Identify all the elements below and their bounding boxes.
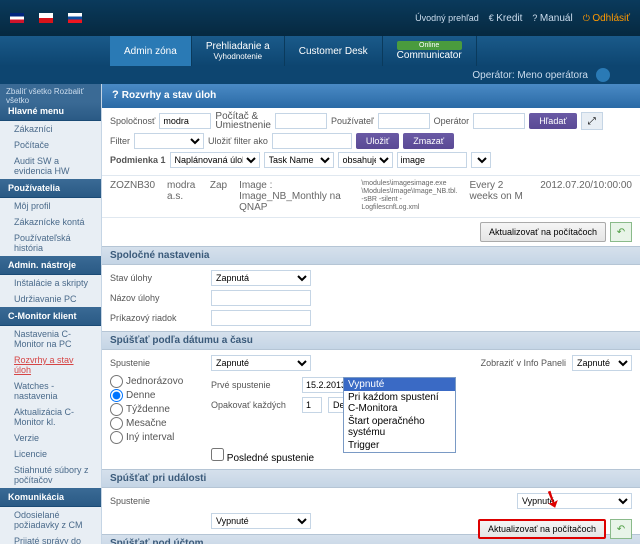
sect-datum: Spúšťať podľa dátumu a času <box>102 331 640 350</box>
r-tyzd[interactable]: Týždenne <box>110 403 205 416</box>
si-inst[interactable]: Inštalácie a skripty <box>0 275 101 291</box>
si-aktc[interactable]: Aktualizácia C-Monitor kl. <box>0 404 101 430</box>
table-row[interactable]: ZOZNB30 modra a.s. Zap Image : Image_NB_… <box>102 175 640 218</box>
sh-cmon[interactable]: C-Monitor klient <box>0 307 101 326</box>
dropdown-open: Vypnuté Pri kaźdom spustení C-Monitora Š… <box>343 377 456 453</box>
r-denne[interactable]: Denne <box>110 389 205 402</box>
link-kredit[interactable]: € Kredit <box>489 13 523 24</box>
si-poc[interactable]: Počítače <box>0 137 101 153</box>
lbl-prve: Prvé spustenie <box>211 380 296 390</box>
lbl-sp3: Spustenie <box>110 496 205 506</box>
sel-pod3[interactable]: obsahuje <box>338 152 393 168</box>
si-udrz[interactable]: Udržiavanie PC <box>0 291 101 307</box>
btn-zmaz[interactable]: Zmazať <box>403 133 454 149</box>
sel-pod1[interactable]: Naplánovaná úloha <box>170 152 260 168</box>
dd-trig[interactable]: Trigger <box>344 439 455 452</box>
inp-opak[interactable] <box>302 397 322 413</box>
si-nast[interactable]: Nastavenia C-Monitor na PC <box>0 326 101 352</box>
inp-op[interactable] <box>473 113 525 129</box>
si-odos[interactable]: Odosielané požiadavky z CM <box>0 507 101 533</box>
breadcrumb[interactable]: Zbaliť všetko Rozbaliť všetko <box>0 84 101 102</box>
si-prij[interactable]: Prijaté správy do CM <box>0 533 101 544</box>
lbl-naz: Názov úlohy <box>110 293 205 303</box>
lbl-zob: Zobraziť v Info Paneli <box>481 358 566 368</box>
lbl-pod: Podmienka 1 <box>110 155 166 165</box>
lbl-ulozf: Uložiť filter ako <box>208 136 268 146</box>
inp-naz[interactable] <box>211 290 311 306</box>
si-hist[interactable]: Používateľská história <box>0 230 101 256</box>
tab-prehl[interactable]: Prehliadanie aVyhodnotenie <box>192 36 285 66</box>
chk-posl[interactable]: Posledné spustenie <box>211 448 314 464</box>
btn-hladat[interactable]: Hľadať <box>529 113 577 129</box>
si-verz[interactable]: Verzie <box>0 430 101 446</box>
r-mes[interactable]: Mesačne <box>110 417 205 430</box>
sect-udal: Spúšťať pri události <box>102 469 640 488</box>
sel-pod2[interactable]: Task Name <box>264 152 334 168</box>
sh-admin[interactable]: Admin. nástroje <box>0 256 101 275</box>
inp-pc[interactable] <box>275 113 327 129</box>
si-audit[interactable]: Audit SW a evidencia HW <box>0 153 101 179</box>
sh-pouz[interactable]: Používatelia <box>0 179 101 198</box>
lbl-pc: Počítač &Umiestnenie <box>215 112 271 130</box>
btn-akt1[interactable]: Aktualizovať na počítačoch <box>480 222 606 242</box>
si-profil[interactable]: Môj profil <box>0 198 101 214</box>
btn-akt-final[interactable]: Aktualizovať na počítačoch <box>478 519 606 539</box>
link-uvod[interactable]: Úvodný prehľad <box>415 13 479 23</box>
operator-icon[interactable] <box>596 68 610 82</box>
sel-sp2[interactable]: Zapnuté <box>211 355 311 371</box>
lbl-stav: Stav úlohy <box>110 273 205 283</box>
sh-kom[interactable]: Komunikácia <box>0 488 101 507</box>
si-stiah[interactable]: Stiahnuté súbory z počítačov <box>0 462 101 488</box>
operator-label: Operátor: Meno operátora <box>472 70 588 81</box>
tab-cd[interactable]: Customer Desk <box>285 36 383 66</box>
si-zak[interactable]: Zákazníci <box>0 121 101 137</box>
dd-os[interactable]: Štart operačného systému <box>344 415 455 439</box>
r-iny[interactable]: Iný interval <box>110 431 205 444</box>
flag-en[interactable] <box>10 13 24 23</box>
inp-pouz[interactable] <box>378 113 430 129</box>
sel-stav[interactable]: Zapnutá <box>211 270 311 286</box>
sel-zob[interactable]: Zapnuté <box>572 355 632 371</box>
undo-icon[interactable]: ↶ <box>610 222 632 242</box>
lbl-pouz: Používateľ <box>331 116 374 126</box>
si-lic[interactable]: Licencie <box>0 446 101 462</box>
inp-spol[interactable] <box>159 113 211 129</box>
lbl-prik: Príkazový riadok <box>110 313 205 323</box>
flag-sk[interactable] <box>68 13 82 23</box>
dd-spust[interactable]: Pri kaźdom spustení C-Monitora <box>344 391 455 415</box>
inp-pod4[interactable] <box>397 152 467 168</box>
tab-admin[interactable]: Admin zóna <box>110 36 192 66</box>
sel-sp3top[interactable]: Vypnuté <box>517 493 632 509</box>
flag-cz[interactable] <box>39 13 53 23</box>
lbl-sp2: Spustenie <box>110 358 205 368</box>
dd-vyp[interactable]: Vypnuté <box>344 378 455 391</box>
page-title: ? Rozvrhy a stav úloh <box>102 84 640 108</box>
inp-ulozf[interactable] <box>272 133 352 149</box>
tab-comm[interactable]: OnlineCommunicator <box>383 36 477 66</box>
lbl-op: Operátor <box>434 116 470 126</box>
sel-pod5[interactable] <box>471 152 491 168</box>
undo-icon-2[interactable]: ↶ <box>610 519 632 539</box>
btn-uloz[interactable]: Uložiť <box>356 133 399 149</box>
sel-sp3[interactable]: Vypnuté <box>211 513 311 529</box>
si-rozvrhy[interactable]: Rozvrhy a stav úloh <box>0 352 101 378</box>
link-manual[interactable]: ? Manuál <box>532 13 572 24</box>
si-watch[interactable]: Watches - nastavenia <box>0 378 101 404</box>
lbl-spol: Spoločnosť <box>110 116 155 126</box>
lbl-opak: Opakovať každých <box>211 400 296 410</box>
inp-prik[interactable] <box>211 310 311 326</box>
expand-icon[interactable]: ⤢ <box>581 112 603 130</box>
si-konta[interactable]: Zákaznícke kontá <box>0 214 101 230</box>
link-logout[interactable]: ⏻ Odhlásiť <box>583 13 630 24</box>
lbl-filter: Filter <box>110 136 130 146</box>
sect-spol: Spoločné nastavenia <box>102 246 640 265</box>
r-jedno[interactable]: Jednorázovo <box>110 375 205 388</box>
sel-filter[interactable] <box>134 133 204 149</box>
